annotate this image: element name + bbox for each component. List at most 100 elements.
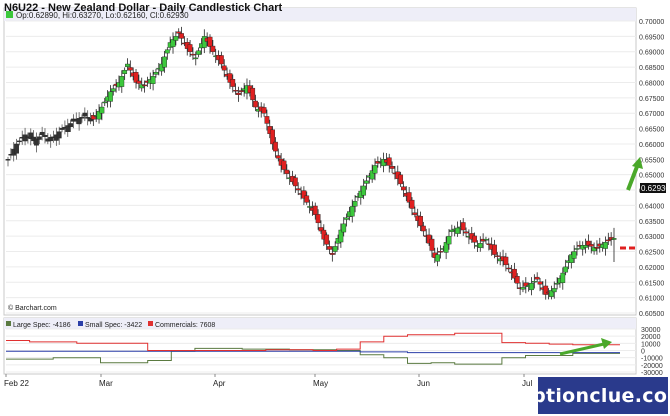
price-tick-label: 0.69000 — [639, 50, 664, 57]
price-tick-label: 0.61500 — [639, 280, 664, 287]
candle — [284, 169, 290, 174]
candle — [304, 195, 310, 203]
candle — [594, 247, 600, 249]
candle — [312, 205, 318, 215]
candle — [190, 53, 196, 56]
candle — [173, 36, 179, 41]
price-panel — [3, 7, 637, 316]
price-tick-label: 0.67500 — [639, 96, 664, 103]
candle — [108, 91, 113, 102]
x-tick-label: Apr — [213, 379, 226, 388]
candle — [275, 155, 281, 159]
candle — [207, 36, 213, 47]
candle — [534, 276, 540, 280]
price-tick-label: 0.62500 — [639, 250, 664, 257]
cot-tick-label: 30000 — [641, 327, 661, 334]
candle — [529, 283, 534, 291]
candle — [110, 88, 116, 92]
candle — [449, 229, 455, 232]
candle — [463, 231, 469, 234]
chart-canvas: 0.70000 0.69500 0.69000 0.68500 0.68000 0.675… — [3, 7, 670, 388]
candle — [429, 238, 435, 251]
candle — [176, 31, 182, 34]
candle — [409, 199, 415, 209]
candle — [253, 100, 258, 108]
candle — [127, 67, 133, 71]
small-spec-label: Small Spec: -3422 — [85, 322, 142, 329]
candle — [506, 267, 512, 270]
candle — [122, 69, 128, 74]
candle — [99, 106, 105, 114]
candle — [420, 225, 426, 232]
candle — [332, 246, 338, 252]
candle — [187, 44, 193, 52]
candle — [364, 180, 369, 184]
candle — [563, 266, 569, 273]
candle — [179, 33, 184, 39]
candle — [412, 212, 418, 215]
candle — [324, 234, 330, 245]
candle — [605, 239, 611, 242]
candle — [603, 242, 608, 249]
candle — [34, 138, 39, 146]
candle — [329, 253, 335, 255]
candle — [238, 90, 244, 92]
candle — [153, 72, 159, 75]
cot-tick-label: -20000 — [641, 363, 663, 370]
price-tick-label: 0.69500 — [639, 34, 664, 41]
candle — [455, 227, 460, 234]
candle — [264, 116, 270, 124]
price-tick-label: 0.68000 — [639, 80, 664, 87]
cot-tick-label: 0 — [641, 349, 645, 356]
cot-tick-label: 10000 — [641, 341, 661, 348]
candle — [39, 131, 45, 135]
candle — [537, 281, 543, 285]
large-spec-label: Large Spec: -4186 — [13, 322, 71, 329]
candle — [270, 129, 275, 145]
price-tick-label: 0.70000 — [639, 19, 664, 26]
candle — [418, 216, 423, 227]
x-axis: Feb 22 Mar Apr May Jun Jul — [4, 374, 532, 388]
candle — [76, 118, 82, 125]
small-spec-swatch — [78, 321, 83, 326]
price-tick-label: 0.63000 — [639, 234, 664, 241]
x-tick-label: Jun — [417, 379, 430, 388]
candle — [446, 235, 452, 245]
candle — [295, 188, 301, 191]
candle — [327, 246, 332, 250]
x-tick-label: May — [313, 379, 328, 388]
candle — [119, 76, 125, 87]
candle — [477, 243, 483, 248]
candle — [401, 186, 406, 191]
candle — [483, 239, 489, 241]
candle — [352, 201, 358, 207]
candle — [164, 49, 170, 54]
candle — [372, 165, 378, 174]
cot-y-axis: 3000020000100000-10000-20000-30000 — [641, 327, 663, 377]
candle — [361, 185, 367, 196]
candle — [42, 135, 48, 137]
candle — [349, 206, 355, 217]
candle — [543, 285, 549, 295]
candle — [472, 235, 477, 243]
last-price-label: 0.62930 — [641, 184, 670, 193]
candle — [102, 101, 108, 104]
candle — [583, 245, 588, 248]
candle — [16, 140, 22, 143]
candle — [492, 244, 497, 255]
candle — [56, 131, 62, 139]
candle — [218, 55, 224, 65]
candle — [389, 166, 395, 169]
candle — [503, 256, 509, 266]
candle — [221, 65, 227, 71]
candle — [531, 281, 537, 283]
candle — [514, 276, 520, 284]
candle — [494, 255, 500, 257]
commercials-swatch — [148, 321, 153, 326]
candle — [79, 117, 85, 119]
candle — [233, 90, 239, 92]
candle — [560, 272, 566, 283]
candle — [574, 248, 580, 250]
candle — [611, 238, 617, 240]
price-tick-label: 0.67000 — [639, 111, 664, 118]
